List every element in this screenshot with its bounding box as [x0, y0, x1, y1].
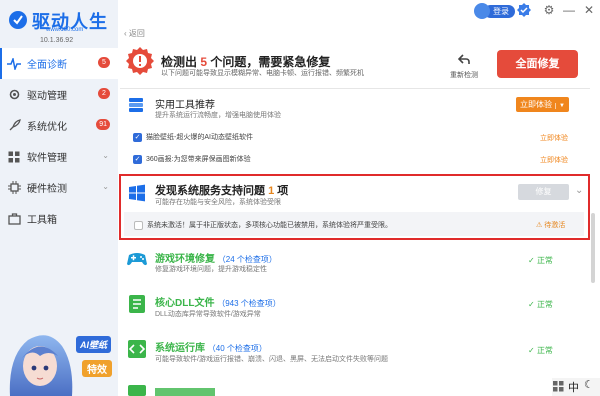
promo-tag: AI壁纸: [76, 336, 112, 353]
gear-icon: [7, 88, 21, 102]
sidebar-badge: 91: [96, 119, 110, 130]
sidebar-item-system-optimize[interactable]: 系统优化 91: [0, 110, 118, 141]
settings-gear-icon[interactable]: ⚙: [542, 3, 556, 17]
fix-button[interactable]: 修复: [518, 184, 569, 200]
code-icon: [128, 340, 146, 358]
next-item-icon: [128, 385, 146, 396]
chevron-down-icon: ⌄: [102, 182, 109, 191]
ime-language-toggle[interactable]: 中: [568, 379, 579, 395]
sidebar-item-full-diagnosis[interactable]: 全面诊断 5: [0, 48, 118, 79]
sidebar-item-driver-management[interactable]: 驱动管理 2: [0, 79, 118, 110]
status-badge: ✓ 正常: [528, 346, 553, 355]
sidebar-item-label: 全面诊断: [27, 60, 67, 71]
sidebar-item-label: 工具箱: [27, 215, 57, 226]
next-item-title-partial: [155, 388, 215, 396]
sidebar-item-software-management[interactable]: 软件管理 ⌄: [0, 141, 118, 172]
check-item-title: 游戏环境修复 （24 个检查项）: [155, 254, 277, 265]
chevron-down-icon: ⌄: [102, 151, 109, 160]
chevron-down-icon[interactable]: ▼: [555, 103, 565, 109]
checkmark-icon: ✓: [528, 346, 537, 355]
grid-icon: [7, 150, 21, 164]
page-subtitle: 以下问题可能导致显示模糊异常、电脑卡顿、运行报错、频繁死机: [161, 70, 364, 77]
gamepad-icon: [127, 253, 147, 266]
check-item-title: 系统运行库 （40 个检查项）: [155, 343, 267, 354]
status-badge: ✓ 正常: [528, 300, 553, 309]
logo-icon: [9, 11, 27, 29]
sidebar-item-toolbox[interactable]: 工具箱: [0, 203, 118, 234]
close-icon[interactable]: ✕: [582, 3, 596, 17]
service-issue-title: 发现系统服务支持问题 1 项: [155, 185, 289, 197]
check-item-subtitle: 修复游戏环境问题，提升游戏稳定性: [155, 266, 267, 273]
tools-icon: [129, 98, 143, 112]
list-item[interactable]: 系统未激活！属于非正版状态，多项核心功能已被禁用，系统体验将严重受限。: [134, 219, 392, 231]
check-item-subtitle: 可能导致软件/游戏运行报错、崩溃、闪退、黑屏、无法启动文件失败等问题: [155, 356, 388, 363]
back-link[interactable]: ‹ 返回: [124, 28, 145, 39]
chevron-down-icon[interactable]: ⌄: [575, 185, 583, 196]
try-now-link[interactable]: 立即体验: [540, 133, 568, 143]
list-item[interactable]: ✓ 猫脸壁纸-超火爆的AI动态壁纸软件: [133, 131, 253, 143]
toolbox-icon: [7, 212, 21, 226]
app-version: 10.1.36.92: [40, 37, 74, 44]
tools-section-title: 实用工具推荐: [155, 100, 215, 111]
checkbox[interactable]: ✓: [133, 132, 142, 142]
vip-badge-icon[interactable]: [516, 2, 532, 18]
try-now-button[interactable]: 立即体验 ▼: [516, 97, 569, 112]
sidebar-badge: 2: [98, 88, 110, 99]
sidebar-item-label: 硬件检测: [27, 184, 67, 195]
dll-icon: [129, 295, 145, 313]
chip-icon: [7, 181, 21, 195]
sidebar-item-label: 软件管理: [27, 153, 67, 164]
minimize-icon[interactable]: —: [562, 3, 576, 17]
sidebar-item-label: 驱动管理: [27, 91, 67, 102]
try-now-link[interactable]: 立即体验: [540, 155, 568, 165]
app-url: www.160.com: [46, 27, 84, 33]
status-badge: ⚠ 待激活: [536, 222, 566, 229]
tools-section-subtitle: 提升系统运行流畅度，增强电脑使用体验: [155, 112, 281, 119]
undo-arrow-icon: [457, 54, 470, 64]
sidebar-item-hardware-detect[interactable]: 硬件检测 ⌄: [0, 172, 118, 203]
sidebar-nav: 全面诊断 5 驱动管理 2 系统优化 91 软件管理 ⌄ 硬件检测 ⌄ 工具箱: [0, 48, 118, 234]
sidebar-badge: 5: [98, 57, 110, 68]
fix-all-button[interactable]: 全面修复: [497, 50, 578, 78]
sidebar: 驱动人生 www.160.com 10.1.36.92 全面诊断 5 驱动管理 …: [0, 0, 118, 396]
ime-grid-icon[interactable]: [553, 381, 564, 392]
list-item[interactable]: ✓ 360画报:为您带来屏保画图新体验: [133, 153, 251, 165]
issue-count: 1: [268, 185, 275, 197]
avatar[interactable]: [474, 3, 490, 19]
divider: [120, 88, 590, 89]
check-item-subtitle: DLL动态库异常导致软件/游戏异常: [155, 311, 261, 318]
rocket-icon: [7, 119, 21, 133]
scrollbar[interactable]: [591, 213, 595, 283]
status-badge: ✓ 正常: [528, 256, 553, 265]
pulse-icon: [7, 57, 21, 71]
check-item-title: 核心DLL文件 （943 个检查项）: [155, 298, 281, 309]
warning-icon: ⚠: [536, 222, 545, 229]
service-issue-subtitle: 可能存在功能与安全风险，系统体验受限: [155, 199, 281, 206]
checkbox[interactable]: [134, 220, 143, 230]
warning-gear-icon: [126, 47, 154, 75]
windows-icon: [129, 184, 145, 202]
checkmark-icon: ✓: [528, 256, 537, 265]
app-logo: 驱动人生 www.160.com 10.1.36.92: [0, 0, 118, 48]
redetect-button[interactable]: 重新检测: [446, 54, 482, 80]
sidebar-item-label: 系统优化: [27, 122, 67, 133]
checkmark-icon: ✓: [528, 300, 537, 309]
promo-sub-tag: 特效: [82, 360, 112, 377]
ime-moon-icon[interactable]: ☾: [584, 378, 594, 391]
checkbox[interactable]: ✓: [133, 154, 142, 164]
problem-count: 5: [200, 55, 208, 69]
login-area[interactable]: 登录: [474, 3, 544, 19]
